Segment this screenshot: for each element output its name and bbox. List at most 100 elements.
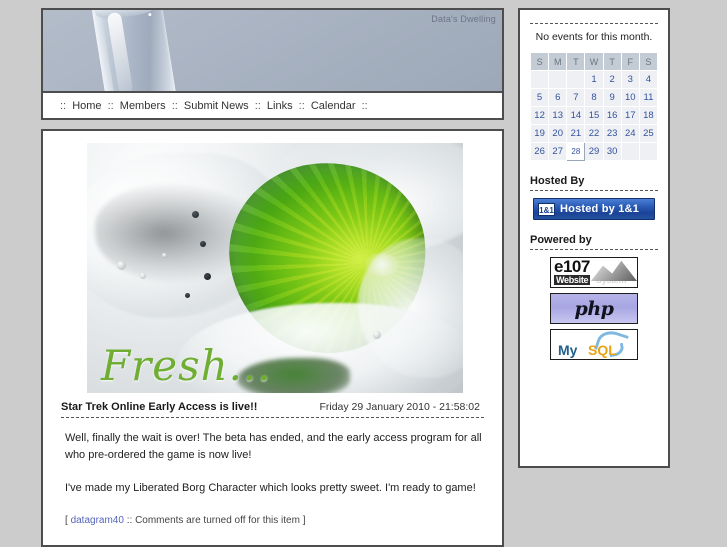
calendar-day-empty xyxy=(548,70,568,89)
news-title: Star Trek Online Early Access is live!! xyxy=(61,401,258,413)
1and1-logo-icon: 1&1 xyxy=(538,202,555,216)
calendar-day[interactable]: 4 xyxy=(638,70,659,89)
banner-glass-object-icon xyxy=(82,10,185,95)
mysql-badge-wordmark-my: My xyxy=(558,342,578,358)
nav-item-home[interactable]: Home xyxy=(70,100,103,112)
calendar-day[interactable]: 1 xyxy=(584,70,604,89)
calendar-weekday: T xyxy=(602,52,622,71)
calendar-week-row: 5 6 7 8 9 10 11 xyxy=(529,88,659,107)
e107-badge-subtext: Website xyxy=(554,275,591,285)
nav-item-links[interactable]: Links xyxy=(265,100,295,112)
footer-bracket-open: [ xyxy=(65,515,68,527)
news-comments-status: Comments are turned off for this item xyxy=(135,515,300,527)
site-title: Data's Dwelling xyxy=(431,14,496,24)
calendar-day[interactable]: 8 xyxy=(584,88,604,107)
header-panel: Data's Dwelling :: Home :: Members :: Su… xyxy=(41,8,504,120)
calendar-day[interactable]: 18 xyxy=(638,106,659,125)
calendar-events-note: No events for this month. xyxy=(535,31,653,43)
nav-separator: :: xyxy=(107,99,114,112)
php-badge[interactable]: php xyxy=(550,293,638,324)
calendar-day[interactable]: 3 xyxy=(620,70,640,89)
nav-item-submit-news[interactable]: Submit News xyxy=(182,100,251,112)
calendar-day[interactable]: 13 xyxy=(548,106,568,125)
calendar-day-empty xyxy=(620,142,640,161)
page-root: Data's Dwelling :: Home :: Members :: Su… xyxy=(0,0,727,547)
calendar-weekday-row: S M T W T F S xyxy=(529,52,659,71)
footer-bracket-close: ] xyxy=(302,515,306,527)
calendar-weekday: T xyxy=(566,52,586,71)
calendar-day[interactable]: 23 xyxy=(602,124,622,143)
calendar-week-row: 12 13 14 15 16 17 18 xyxy=(529,106,659,125)
nav-separator: :: xyxy=(254,99,261,112)
calendar-day[interactable]: 7 xyxy=(566,88,586,107)
nav-inner: :: Home :: Members :: Submit News :: Lin… xyxy=(43,100,369,112)
news-item: Star Trek Online Early Access is live!! … xyxy=(43,393,502,540)
feature-image-lime-splash: Fresh... xyxy=(87,143,463,393)
header-banner-image: Data's Dwelling xyxy=(43,10,502,95)
main-column: Data's Dwelling :: Home :: Members :: Su… xyxy=(41,8,504,547)
calendar-day[interactable]: 25 xyxy=(638,124,659,143)
news-paragraph: I've made my Liberated Borg Character wh… xyxy=(65,482,476,495)
e107-badge[interactable]: e107 Website System xyxy=(550,257,638,288)
calendar-weekday: F xyxy=(620,52,640,71)
news-author-link[interactable]: datagram40 xyxy=(71,515,124,526)
calendar-day-empty xyxy=(566,70,586,89)
calendar-day-today[interactable]: 28 xyxy=(566,142,586,161)
calendar-day[interactable]: 9 xyxy=(602,88,622,107)
sidebar: No events for this month. S M T W T F S xyxy=(518,8,670,468)
calendar-day[interactable]: 26 xyxy=(529,142,550,161)
calendar-day[interactable]: 5 xyxy=(529,88,550,107)
calendar-day[interactable]: 6 xyxy=(548,88,568,107)
nav-item-calendar[interactable]: Calendar xyxy=(309,100,358,112)
calendar-day[interactable]: 24 xyxy=(620,124,640,143)
calendar-day[interactable]: 10 xyxy=(620,88,640,107)
news-header: Star Trek Online Early Access is live!! … xyxy=(61,401,484,413)
calendar-weekday: S xyxy=(638,52,659,71)
calendar-day[interactable]: 22 xyxy=(584,124,604,143)
calendar-day[interactable]: 17 xyxy=(620,106,640,125)
calendar-day[interactable]: 30 xyxy=(602,142,622,161)
calendar-divider xyxy=(530,23,658,24)
feature-image-wrapper: Fresh... xyxy=(43,131,502,393)
news-body: Well, finally the wait is over! The beta… xyxy=(61,418,484,497)
sidebar-block-hosted-by: Hosted By 1&1 Hosted by 1&1 xyxy=(530,175,658,220)
calendar-day-empty xyxy=(529,70,550,89)
calendar-weekday: W xyxy=(584,52,604,71)
calendar-day[interactable]: 15 xyxy=(584,106,604,125)
hosted-by-1and1-badge[interactable]: 1&1 Hosted by 1&1 xyxy=(533,198,655,220)
calendar-day[interactable]: 20 xyxy=(548,124,568,143)
calendar-weekday: S xyxy=(529,52,550,71)
footer-separator: :: xyxy=(126,515,133,527)
calendar-day[interactable]: 12 xyxy=(529,106,550,125)
news-date: Friday 29 January 2010 - 21:58:02 xyxy=(319,401,480,413)
nav-separator: :: xyxy=(361,99,368,112)
hosted-by-heading: Hosted By xyxy=(530,175,585,187)
mysql-badge[interactable]: My SQL xyxy=(550,329,638,360)
calendar-day[interactable]: 2 xyxy=(602,70,622,89)
sidebar-block-powered-by: Powered by e107 Website System php My SQ… xyxy=(530,234,658,360)
calendar-day[interactable]: 29 xyxy=(584,142,604,161)
mysql-badge-wordmark-sql: SQL xyxy=(588,342,617,358)
news-footer: [ datagram40 :: Comments are turned off … xyxy=(61,513,484,540)
calendar-day[interactable]: 14 xyxy=(566,106,586,125)
calendar-day[interactable]: 21 xyxy=(566,124,586,143)
calendar-day[interactable]: 11 xyxy=(638,88,659,107)
calendar-day[interactable]: 19 xyxy=(529,124,550,143)
powered-by-divider xyxy=(530,249,658,250)
sidebar-block-calendar: No events for this month. S M T W T F S xyxy=(529,23,659,161)
nav-item-members[interactable]: Members xyxy=(118,100,168,112)
main-navigation: :: Home :: Members :: Submit News :: Lin… xyxy=(43,91,502,118)
nav-separator: :: xyxy=(171,99,178,112)
content-panel: Fresh... Star Trek Online Early Access i… xyxy=(41,129,504,547)
hosted-by-divider xyxy=(530,190,658,191)
feature-image-caption: Fresh... xyxy=(101,341,272,390)
calendar-day-empty xyxy=(638,142,659,161)
calendar-table: S M T W T F S 1 2 3 4 5 6 7 8 9 10 11 12… xyxy=(529,52,659,161)
calendar-day[interactable]: 16 xyxy=(602,106,622,125)
calendar-week-row: 1 2 3 4 xyxy=(529,70,659,89)
nav-separator: :: xyxy=(60,99,67,112)
calendar-day[interactable]: 27 xyxy=(548,142,568,161)
nav-separator: :: xyxy=(298,99,305,112)
calendar-week-row: 26 27 28 29 30 xyxy=(529,142,659,161)
news-paragraph: Well, finally the wait is over! The beta… xyxy=(65,432,482,462)
